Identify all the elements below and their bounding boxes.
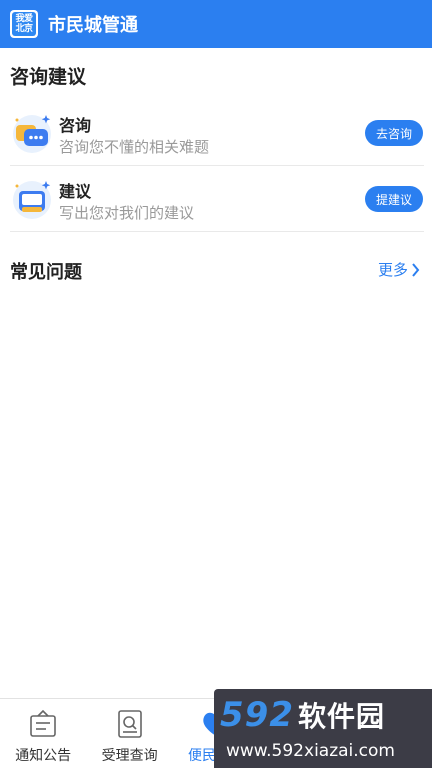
suggestion-item[interactable]: 建议 写出您对我们的建议 提建议 — [0, 166, 432, 232]
nav-item-notice[interactable]: 通知公告 — [0, 699, 86, 768]
consult-item-desc: 咨询您不懂的相关难题 — [59, 138, 210, 156]
watermark: 592 软件园 www.592xiazai.com — [214, 689, 432, 768]
app-header: 我爱 北京 市民城管通 — [0, 0, 432, 48]
chevron-right-icon — [412, 262, 420, 277]
faq-more-link[interactable]: 更多 — [378, 259, 420, 280]
consult-item-title: 咨询 — [59, 116, 92, 135]
search-document-icon — [117, 710, 142, 738]
faq-section-title: 常见问题 — [10, 262, 82, 283]
suggestion-item-title: 建议 — [59, 182, 92, 201]
nav-item-query[interactable]: 受理查询 — [86, 699, 172, 768]
notice-board-icon — [30, 709, 56, 737]
nav-label-notice: 通知公告 — [15, 748, 72, 764]
give-suggestion-button[interactable]: 提建议 — [365, 186, 423, 212]
app-title: 市民城管通 — [48, 15, 138, 36]
watermark-url: www.592xiazai.com — [226, 741, 395, 761]
chat-bubble-icon — [13, 115, 51, 153]
divider — [10, 231, 424, 232]
suggestion-box-icon — [13, 181, 51, 219]
nav-label-query: 受理查询 — [101, 748, 158, 764]
consult-item[interactable]: 咨询 咨询您不懂的相关难题 去咨询 — [0, 100, 432, 166]
watermark-number: 592 — [220, 695, 294, 735]
consult-section-title: 咨询建议 — [10, 66, 87, 88]
watermark-brand: 软件园 — [297, 700, 385, 733]
go-consult-button[interactable]: 去咨询 — [365, 120, 423, 146]
logo-line1: 我爱 — [15, 14, 33, 24]
suggestion-item-desc: 写出您对我们的建议 — [59, 204, 195, 222]
app-logo: 我爱 北京 — [10, 10, 38, 38]
logo-line2: 北京 — [15, 24, 33, 34]
faq-more-label: 更多 — [377, 261, 408, 279]
